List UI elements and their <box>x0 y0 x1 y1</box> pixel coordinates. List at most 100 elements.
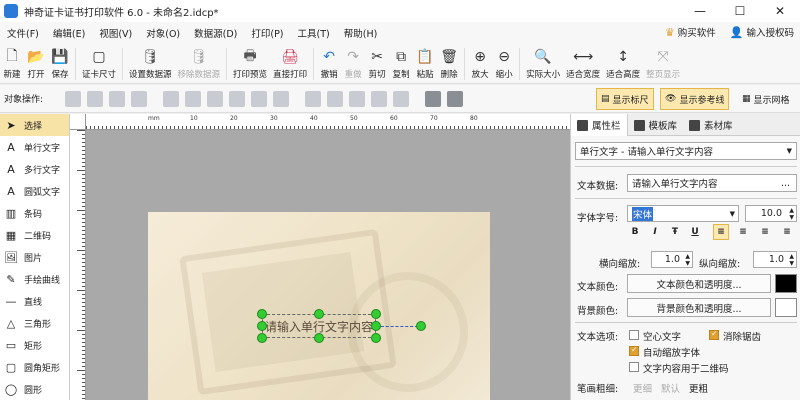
same-width-icon[interactable] <box>349 91 365 107</box>
maximize-button[interactable]: ☐ <box>720 0 760 22</box>
text-color-button[interactable]: 文本颜色和透明度... <box>627 274 771 293</box>
toolbar-print-button[interactable]: 🖨 直接打印 <box>270 44 310 84</box>
vscale-spinner[interactable]: 1.0 ▲ ▼ <box>753 251 797 268</box>
resize-handle-l[interactable] <box>257 321 267 331</box>
tool-image[interactable]: 🖼 图片 <box>0 246 69 268</box>
toolbar-open-button[interactable]: 📂 打开 <box>24 44 48 84</box>
hollow-text-checkbox[interactable] <box>629 330 639 340</box>
toolbar-zoom-in-button[interactable]: ⊕ 放大 <box>468 44 492 84</box>
tool-line[interactable]: — 直线 <box>0 290 69 312</box>
text-color-swatch[interactable] <box>775 274 797 293</box>
tool-multi-text[interactable]: A 多行文字 <box>0 158 69 180</box>
font-name-select[interactable]: 宋体 ▼ <box>627 205 739 222</box>
toolbar-save-button[interactable]: 💾 保存 <box>48 44 72 84</box>
stroke-thin-button[interactable]: 更细 <box>633 381 652 395</box>
align-vcenter-icon[interactable] <box>251 91 267 107</box>
layer-top-icon[interactable] <box>109 91 125 107</box>
object-select[interactable]: 单行文字 - 请输入单行文字内容 ▼ <box>575 142 797 160</box>
distribute-h-icon[interactable] <box>305 91 321 107</box>
align-right-icon[interactable]: ≡ <box>757 224 773 240</box>
align-center-icon[interactable]: ≡ <box>735 224 751 240</box>
toolbar-print-preview-button[interactable]: 🖶 打印预览 <box>230 44 270 84</box>
tab-properties[interactable]: 属性栏 <box>571 114 628 136</box>
layer-down-icon[interactable] <box>87 91 103 107</box>
stroke-default-button[interactable]: 默认 <box>661 381 680 395</box>
resize-handle-t[interactable] <box>314 309 324 319</box>
same-size-icon[interactable] <box>393 91 409 107</box>
show-ruler-toggle[interactable]: ▤ 显示标尺 <box>596 88 654 110</box>
toolbar-delete-button[interactable]: 🗑 删除 <box>437 44 461 84</box>
align-left-icon[interactable]: ≡ <box>713 224 729 240</box>
bg-color-button[interactable]: 背景颜色和透明度... <box>627 298 771 317</box>
menu-item[interactable]: 视图(V) <box>92 26 139 40</box>
show-grid-toggle[interactable]: ▦ 显示网格 <box>742 88 790 110</box>
bold-button[interactable]: B <box>627 224 643 240</box>
toolbar-undo-button[interactable]: ↶ 撤销 <box>317 44 341 84</box>
design-canvas[interactable]: mm 10 20 30 40 50 60 70 80 请输入单行文字内容 <box>70 114 570 400</box>
menu-item[interactable]: 文件(F) <box>0 26 46 40</box>
toolbar-remove-database-button[interactable]: 🛢 移除数据源 <box>175 44 224 84</box>
align-justify-icon[interactable]: ≡ <box>779 224 795 240</box>
text-data-more-button[interactable]: ... <box>781 178 790 189</box>
autoscale-checkbox[interactable] <box>629 345 639 356</box>
resize-handle-bl[interactable] <box>257 333 267 343</box>
tool-arc-text[interactable]: A 圆弧文字 <box>0 180 69 202</box>
menu-item[interactable]: 编辑(E) <box>46 26 92 40</box>
align-left-icon[interactable] <box>163 91 179 107</box>
buy-software-link[interactable]: ♛ 购买软件 <box>665 25 716 40</box>
toolbar-zoom-out-button[interactable]: ⊖ 缩小 <box>492 44 516 84</box>
show-guides-toggle[interactable]: 👁 显示参考线 <box>660 88 730 110</box>
tool-single-text[interactable]: A 单行文字 <box>0 136 69 158</box>
unlock-icon[interactable] <box>447 91 463 107</box>
toolbar-fit-width-button[interactable]: ⟷ 适合宽度 <box>563 44 603 84</box>
menu-item[interactable]: 数据源(D) <box>187 26 244 40</box>
align-bottom-icon[interactable] <box>273 91 289 107</box>
lock-icon[interactable] <box>425 91 441 107</box>
stroke-thick-button[interactable]: 更粗 <box>689 381 708 395</box>
minimize-button[interactable]: — <box>680 0 720 22</box>
underline-button[interactable]: U <box>687 224 703 240</box>
menu-item[interactable]: 工具(T) <box>291 26 337 40</box>
same-height-icon[interactable] <box>371 91 387 107</box>
resize-handle-r[interactable] <box>371 321 381 331</box>
menu-item[interactable]: 帮助(H) <box>337 26 385 40</box>
align-hcenter-icon[interactable] <box>185 91 201 107</box>
toolbar-redo-button[interactable]: ↷ 重做 <box>341 44 365 84</box>
align-right-icon[interactable] <box>207 91 223 107</box>
tool-rectangle[interactable]: ▭ 矩形 <box>0 334 69 356</box>
toolbar-full-page-button[interactable]: ⤧ 整页显示 <box>643 44 683 84</box>
toolbar-card-size-button[interactable]: ▢ 证卡尺寸 <box>79 44 119 84</box>
resize-handle-tl[interactable] <box>257 309 267 319</box>
tool-qrcode[interactable]: ▦ 二维码 <box>0 224 69 246</box>
resize-handle-br[interactable] <box>371 333 381 343</box>
tool-pen[interactable]: ✎ 手绘曲线 <box>0 268 69 290</box>
toolbar-new-file-button[interactable]: 🗋 新建 <box>0 44 24 84</box>
toolbar-actual-size-button[interactable]: 🔍 实际大小 <box>523 44 563 84</box>
hscale-spinner[interactable]: 1.0 ▲ ▼ <box>651 251 693 268</box>
tool-circle[interactable]: ◯ 圆形 <box>0 378 69 400</box>
toolbar-database-button[interactable]: 🛢 设置数据源 <box>126 44 175 84</box>
close-button[interactable]: ✕ <box>760 0 800 22</box>
resize-handle-tr[interactable] <box>371 309 381 319</box>
license-link[interactable]: 👤 输入授权码 <box>730 25 794 40</box>
strikethrough-button[interactable]: Ŧ <box>667 224 683 240</box>
qr-text-checkbox[interactable] <box>629 362 639 372</box>
italic-button[interactable]: I <box>647 224 663 240</box>
font-size-spinner[interactable]: 10.0 ▲ ▼ <box>745 205 797 222</box>
tool-cursor[interactable]: ➤ 选择 <box>0 114 69 136</box>
text-data-input[interactable]: 请输入单行文字内容 ... <box>627 174 797 192</box>
align-top-icon[interactable] <box>229 91 245 107</box>
distribute-v-icon[interactable] <box>327 91 343 107</box>
menu-item[interactable]: 对象(O) <box>139 26 187 40</box>
rotate-handle[interactable] <box>416 321 426 331</box>
layer-up-icon[interactable] <box>65 91 81 107</box>
toolbar-paste-button[interactable]: 📋 粘贴 <box>413 44 437 84</box>
tab-templates[interactable]: 模板库 <box>628 114 684 136</box>
layer-bottom-icon[interactable] <box>131 91 147 107</box>
antialias-checkbox[interactable] <box>709 329 719 340</box>
bg-color-swatch[interactable] <box>775 298 797 317</box>
tool-rounded-rect[interactable]: ▢ 圆角矩形 <box>0 356 69 378</box>
tool-barcode[interactable]: ▥ 条码 <box>0 202 69 224</box>
tab-materials[interactable]: 素材库 <box>683 114 739 136</box>
toolbar-fit-height-button[interactable]: ↕ 适合高度 <box>603 44 643 84</box>
